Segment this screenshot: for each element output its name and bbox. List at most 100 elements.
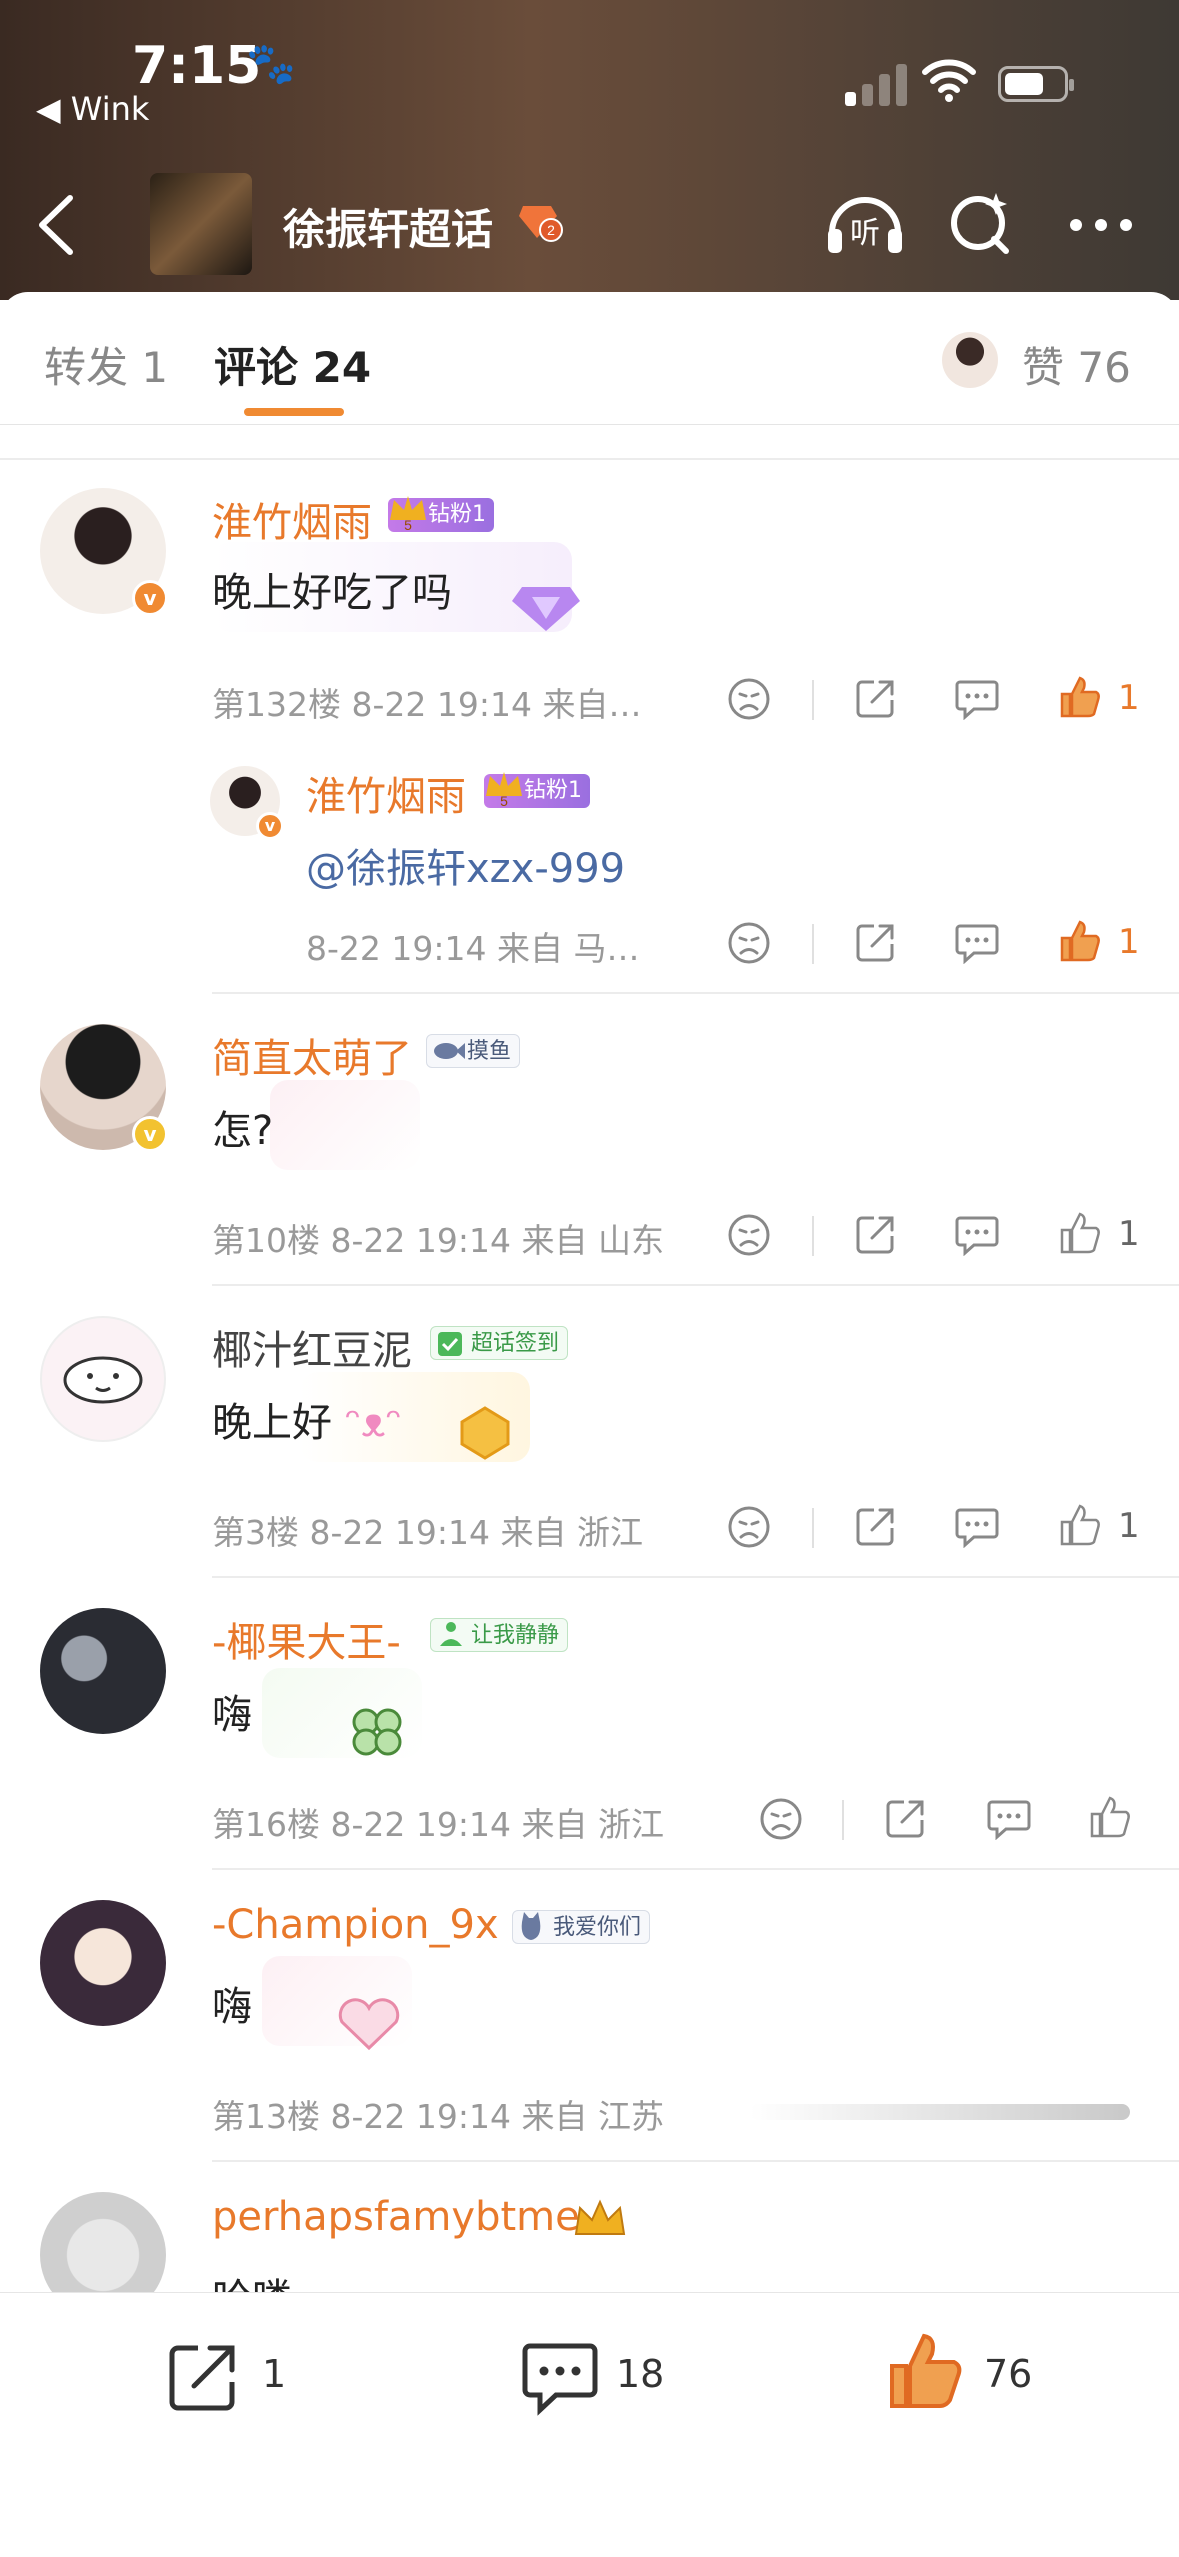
divider [212,1576,1179,1578]
comment-icon[interactable] [954,678,1000,720]
fan-level-label: 钻粉1 [524,778,582,803]
loading-shimmer [750,2104,1130,2120]
like-count: 1 [1118,1506,1140,1546]
divider [212,1868,1179,1870]
comment-icon[interactable] [520,2340,600,2416]
reply-username[interactable]: 淮竹烟雨 [306,764,466,822]
comment-meta: 第16楼 8-22 19:14 来自 浙江 [212,1805,664,1844]
thumbs-up-icon[interactable] [1058,674,1102,720]
dislike-icon[interactable] [726,1504,772,1550]
like-count: 1 [1118,922,1140,962]
tab-bar [0,292,1179,425]
divider [212,992,1179,994]
sheep-cartoon-icon [63,1356,143,1404]
comment-username[interactable]: perhapsfamybtme [212,2194,580,2240]
repost-count: 1 [262,2352,287,2396]
comment-text: 嗨 [212,1692,252,1738]
comment-meta: 第132楼 8-22 19:14 来自… [212,685,642,724]
dislike-icon[interactable] [726,1212,772,1258]
checkmark-icon [438,1332,462,1356]
thumbs-up-icon[interactable] [886,2330,964,2412]
share-icon[interactable] [854,1504,898,1548]
comment-username[interactable]: 简直太萌了 [212,1026,412,1084]
comment-username[interactable]: -Champion_9x [212,1902,499,1948]
thumbs-up-icon[interactable] [1058,1502,1102,1548]
heart-icon [338,1998,400,2051]
share-icon[interactable] [854,1212,898,1256]
comment-text: 晚上好吃了吗 [212,570,452,616]
action-divider [842,1800,844,1840]
action-divider [812,924,814,964]
comment-username[interactable]: 淮竹烟雨 [212,490,372,548]
crown-icon [574,2199,626,2235]
comment-count: 18 [616,2352,665,2396]
bow-sticker [270,1080,420,1170]
verified-icon: v [132,1116,168,1152]
gold-badge-icon [460,1406,510,1460]
topic-level-badge: 2 [519,206,563,242]
back-to-app-link[interactable]: ◀ Wink [36,90,149,128]
svg-text:2: 2 [547,222,555,238]
thumbs-up-icon[interactable] [1088,1794,1132,1840]
tab-comments[interactable]: 评论 24 [214,334,371,395]
diamond-icon [512,587,580,631]
active-tab-indicator [244,408,344,416]
divider [212,2160,1179,2162]
share-icon[interactable] [854,676,898,720]
verified-icon: v [256,812,284,840]
comment-username[interactable]: -椰果大王- [212,1610,401,1668]
reply-mention-text[interactable]: @徐振轩xzx-999 [306,836,625,894]
battery-icon [998,66,1074,102]
comment-icon[interactable] [954,922,1000,964]
dislike-icon[interactable] [758,1796,804,1842]
bottom-action-bar [0,2292,1179,2557]
verified-icon: v [132,580,168,616]
avatar[interactable] [40,1900,166,2026]
reply-meta: 8-22 19:14 来自 马… [306,929,640,968]
listen-icon[interactable]: 听 [822,183,908,263]
repost-icon[interactable] [164,2338,242,2416]
checkin-badge-label: 超话签到 [471,1331,560,1356]
dislike-icon[interactable] [726,676,772,722]
mood-badge-label: 让我静静 [471,1623,560,1648]
rabbit-emoji-icon: ᵔᴥᵔ [344,1400,403,1446]
like-count: 1 [1118,678,1140,718]
comment-meta: 第10楼 8-22 19:14 来自 山东 [212,1221,664,1260]
tab-likes[interactable]: 赞 76 [1022,334,1131,395]
share-icon[interactable] [884,1796,928,1840]
thumbs-up-icon[interactable] [1058,918,1102,964]
comment-icon[interactable] [986,1798,1032,1840]
comment-text-value: 晚上好 [212,1400,332,1446]
fan-level-label: 钻粉1 [428,502,486,527]
tab-repost[interactable]: 转发 1 [44,334,168,395]
comment-meta: 第3楼 8-22 19:14 来自 浙江 [212,1513,643,1552]
svg-text:听: 听 [850,216,880,251]
more-icon[interactable] [1066,183,1136,263]
crown-icon: 5 [486,772,522,809]
comment-text: 嗨 [212,1984,252,2030]
fan-badge-label: 摸鱼 [467,1039,512,1064]
fish-icon [434,1043,465,1059]
like-count: 76 [984,2352,1033,2396]
topic-title[interactable]: 徐振轩超话 [283,196,493,257]
thumbs-up-icon[interactable] [1058,1210,1102,1256]
comment-meta: 第13楼 8-22 19:14 来自 江苏 [212,2097,664,2136]
wifi-icon [922,59,976,102]
super-topic-search-icon[interactable] [946,183,1016,263]
comment-icon[interactable] [954,1506,1000,1548]
liker-avatar [942,332,998,388]
clover-icon [352,1708,402,1756]
topic-cover-image[interactable] [150,173,252,275]
back-icon[interactable] [28,190,88,260]
dislike-icon[interactable] [726,920,772,966]
comment-text: 怎? [212,1108,274,1154]
comment-text: 晚上好 ᵔᴥᵔ [212,1390,402,1448]
comment-icon[interactable] [954,1214,1000,1256]
comment-username[interactable]: 椰汁红豆泥 [212,1318,412,1376]
fan-badge-label: 我爱你们 [553,1915,642,1940]
divider [212,1284,1179,1286]
paw-icon: 🐾 [246,41,296,87]
avatar[interactable] [40,1608,166,1734]
action-divider [812,680,814,720]
share-icon[interactable] [854,920,898,964]
